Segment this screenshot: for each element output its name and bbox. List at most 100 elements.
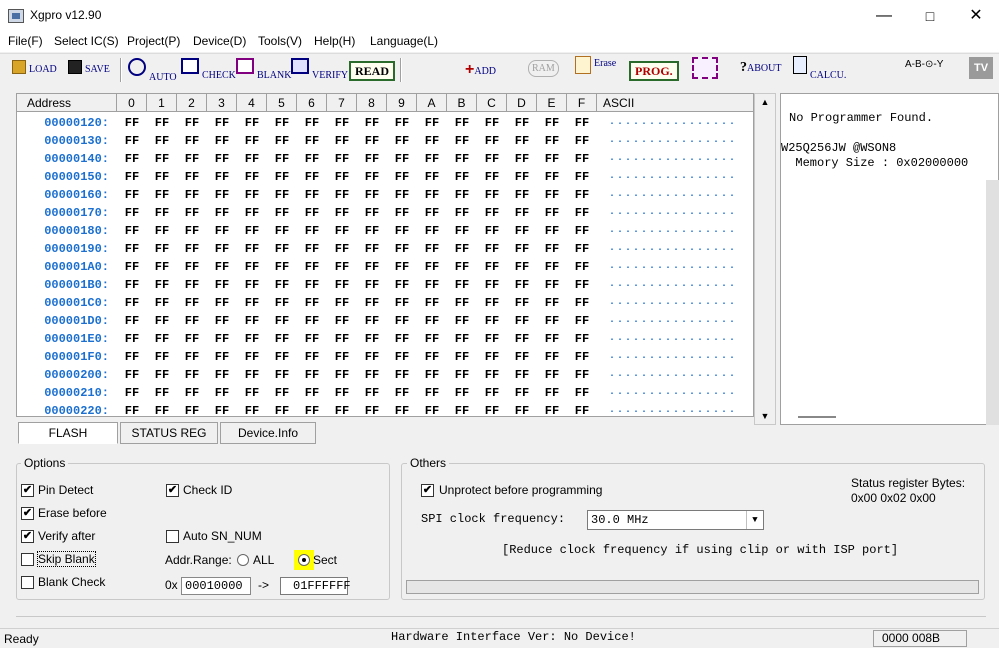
- hex-byte-cell[interactable]: FF: [537, 294, 567, 312]
- hex-byte-cell[interactable]: FF: [327, 168, 357, 186]
- hex-byte-cell[interactable]: FF: [357, 186, 387, 204]
- hex-byte-cell[interactable]: FF: [237, 222, 267, 240]
- hex-byte-cell[interactable]: FF: [237, 150, 267, 168]
- tab-flash[interactable]: FLASH: [18, 422, 118, 444]
- hex-byte-cell[interactable]: FF: [327, 132, 357, 150]
- hex-byte-cell[interactable]: FF: [387, 366, 417, 384]
- hex-byte-cell[interactable]: FF: [207, 366, 237, 384]
- start-address-input[interactable]: 00010000: [181, 577, 251, 595]
- hex-byte-cell[interactable]: FF: [177, 348, 207, 366]
- hex-byte-cell[interactable]: FF: [327, 186, 357, 204]
- hex-byte-cell[interactable]: FF: [297, 240, 327, 258]
- hex-byte-cell[interactable]: FF: [177, 150, 207, 168]
- hex-byte-cell[interactable]: FF: [147, 312, 177, 330]
- hex-byte-cell[interactable]: FF: [417, 222, 447, 240]
- hex-byte-cell[interactable]: FF: [387, 204, 417, 222]
- hex-byte-cell[interactable]: FF: [147, 204, 177, 222]
- hex-byte-cell[interactable]: FF: [207, 312, 237, 330]
- skip-blank-checkbox[interactable]: [21, 553, 34, 566]
- blank-check-checkbox[interactable]: [21, 576, 34, 589]
- hex-byte-cell[interactable]: FF: [177, 312, 207, 330]
- hex-byte-cell[interactable]: FF: [477, 384, 507, 402]
- hex-byte-cell[interactable]: FF: [147, 384, 177, 402]
- load-button[interactable]: LOAD: [12, 60, 57, 84]
- hex-byte-cell[interactable]: FF: [357, 114, 387, 132]
- hex-byte-cell[interactable]: FF: [417, 204, 447, 222]
- hex-byte-cell[interactable]: FF: [117, 258, 147, 276]
- hex-byte-cell[interactable]: FF: [567, 132, 597, 150]
- hex-byte-cell[interactable]: FF: [297, 294, 327, 312]
- hex-byte-cell[interactable]: FF: [567, 204, 597, 222]
- hex-byte-cell[interactable]: FF: [207, 150, 237, 168]
- hex-byte-cell[interactable]: FF: [567, 240, 597, 258]
- hex-byte-cell[interactable]: FF: [297, 222, 327, 240]
- hex-byte-cell[interactable]: FF: [327, 348, 357, 366]
- hex-byte-cell[interactable]: FF: [147, 186, 177, 204]
- hex-byte-cell[interactable]: FF: [417, 312, 447, 330]
- hex-byte-cell[interactable]: FF: [177, 384, 207, 402]
- hex-byte-cell[interactable]: FF: [267, 258, 297, 276]
- hex-byte-cell[interactable]: FF: [177, 366, 207, 384]
- hex-byte-cell[interactable]: FF: [477, 402, 507, 416]
- erase-before-checkbox[interactable]: ✔: [21, 507, 34, 520]
- hex-byte-cell[interactable]: FF: [507, 258, 537, 276]
- hex-byte-cell[interactable]: FF: [477, 348, 507, 366]
- hex-byte-cell[interactable]: FF: [237, 294, 267, 312]
- hex-byte-cell[interactable]: FF: [117, 294, 147, 312]
- hex-byte-cell[interactable]: FF: [147, 348, 177, 366]
- hex-byte-cell[interactable]: FF: [507, 204, 537, 222]
- menu-file[interactable]: File(F): [8, 34, 43, 48]
- hex-byte-cell[interactable]: FF: [537, 240, 567, 258]
- hex-byte-cell[interactable]: FF: [297, 150, 327, 168]
- hex-byte-cell[interactable]: FF: [207, 276, 237, 294]
- menu-help[interactable]: Help(H): [314, 34, 355, 48]
- hex-byte-cell[interactable]: FF: [417, 240, 447, 258]
- hex-byte-cell[interactable]: FF: [177, 222, 207, 240]
- hex-byte-cell[interactable]: FF: [507, 294, 537, 312]
- hex-byte-cell[interactable]: FF: [357, 258, 387, 276]
- hex-byte-cell[interactable]: FF: [447, 384, 477, 402]
- hex-byte-cell[interactable]: FF: [507, 114, 537, 132]
- hex-byte-cell[interactable]: FF: [447, 222, 477, 240]
- hex-byte-cell[interactable]: FF: [507, 330, 537, 348]
- hex-byte-cell[interactable]: FF: [387, 258, 417, 276]
- hex-byte-cell[interactable]: FF: [297, 258, 327, 276]
- hex-byte-cell[interactable]: FF: [327, 240, 357, 258]
- hex-byte-cell[interactable]: FF: [117, 366, 147, 384]
- hex-byte-cell[interactable]: FF: [417, 330, 447, 348]
- hex-byte-cell[interactable]: FF: [417, 366, 447, 384]
- hex-byte-cell[interactable]: FF: [267, 384, 297, 402]
- hex-byte-cell[interactable]: FF: [447, 294, 477, 312]
- hex-byte-cell[interactable]: FF: [357, 366, 387, 384]
- hex-byte-cell[interactable]: FF: [417, 132, 447, 150]
- hex-byte-cell[interactable]: FF: [567, 258, 597, 276]
- hex-byte-cell[interactable]: FF: [417, 186, 447, 204]
- hex-byte-cell[interactable]: FF: [237, 312, 267, 330]
- hex-byte-cell[interactable]: FF: [207, 204, 237, 222]
- menu-language[interactable]: Language(L): [370, 34, 438, 48]
- maximize-icon[interactable]: □: [907, 0, 953, 32]
- hex-byte-cell[interactable]: FF: [507, 240, 537, 258]
- hex-byte-cell[interactable]: FF: [537, 168, 567, 186]
- hex-byte-cell[interactable]: FF: [477, 276, 507, 294]
- blank-button[interactable]: BLANK: [236, 58, 291, 82]
- hex-byte-cell[interactable]: FF: [417, 402, 447, 416]
- hex-byte-cell[interactable]: FF: [237, 240, 267, 258]
- hex-byte-cell[interactable]: FF: [567, 294, 597, 312]
- hex-byte-cell[interactable]: FF: [357, 240, 387, 258]
- hex-byte-cell[interactable]: FF: [267, 222, 297, 240]
- unprotect-checkbox[interactable]: ✔: [421, 484, 434, 497]
- hex-byte-cell[interactable]: FF: [147, 330, 177, 348]
- hex-byte-cell[interactable]: FF: [267, 132, 297, 150]
- hex-byte-cell[interactable]: FF: [267, 168, 297, 186]
- hex-byte-cell[interactable]: FF: [207, 258, 237, 276]
- hex-byte-cell[interactable]: FF: [417, 150, 447, 168]
- hex-byte-cell[interactable]: FF: [327, 294, 357, 312]
- hex-byte-cell[interactable]: FF: [267, 330, 297, 348]
- hex-byte-cell[interactable]: FF: [477, 366, 507, 384]
- hex-byte-cell[interactable]: FF: [237, 366, 267, 384]
- hex-byte-cell[interactable]: FF: [387, 330, 417, 348]
- hex-byte-cell[interactable]: FF: [177, 258, 207, 276]
- hex-byte-cell[interactable]: FF: [147, 168, 177, 186]
- hex-byte-cell[interactable]: FF: [147, 240, 177, 258]
